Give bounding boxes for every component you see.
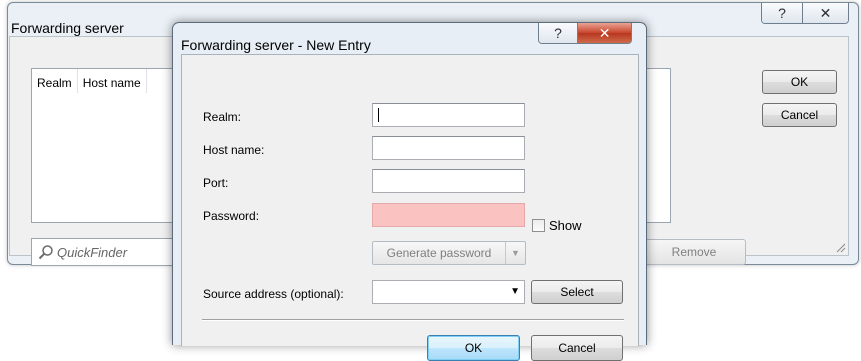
cancel-button[interactable]: Cancel — [762, 103, 837, 127]
cancel-button[interactable]: Cancel — [531, 335, 623, 361]
help-icon: ? — [778, 5, 786, 21]
remove-button-label: Remove — [671, 245, 717, 259]
text-caret — [378, 108, 379, 122]
generate-password-button[interactable]: Generate password ▼ — [372, 241, 526, 265]
host-name-label: Host name: — [203, 143, 265, 157]
new-entry-dialog: Forwarding server - New Entry ? ✕ Realm:… — [172, 22, 647, 361]
close-icon: ✕ — [819, 4, 832, 21]
select-button-label: Select — [560, 285, 594, 299]
show-password-label[interactable]: Show — [549, 218, 582, 233]
source-address-label: Source address (optional): — [203, 287, 344, 301]
realm-input[interactable] — [372, 103, 525, 127]
port-input[interactable] — [372, 169, 525, 193]
show-password-checkbox[interactable] — [532, 219, 545, 232]
quickfinder-placeholder: QuickFinder — [57, 244, 128, 260]
password-label: Password: — [203, 209, 260, 223]
select-button[interactable]: Select — [531, 280, 623, 304]
source-address-dropdown[interactable]: ▼ — [372, 280, 525, 304]
dialog-title: Forwarding server - New Entry — [181, 37, 371, 53]
remove-button[interactable]: Remove — [642, 239, 746, 265]
cancel-button-label: Cancel — [558, 341, 596, 355]
help-button[interactable]: ? — [539, 23, 579, 43]
help-button[interactable]: ? — [762, 3, 804, 23]
port-label: Port: — [203, 176, 229, 190]
chevron-down-icon: ▼ — [510, 286, 520, 297]
help-icon: ? — [554, 25, 562, 41]
search-icon — [38, 245, 53, 260]
ok-button-label: OK — [790, 75, 809, 89]
table-header: Realm Host name — [32, 69, 147, 93]
ok-button-label: OK — [464, 341, 483, 355]
chevron-down-icon[interactable]: ▼ — [505, 242, 525, 264]
host-name-input[interactable] — [372, 136, 525, 160]
ok-button[interactable]: OK — [762, 70, 837, 94]
generate-password-label: Generate password — [386, 246, 492, 260]
column-header-realm[interactable]: Realm — [32, 69, 78, 93]
separator — [202, 319, 624, 321]
dialog-body: Realm: Host name: Port: Password: Show G… — [181, 54, 639, 361]
dialog-title: Forwarding server — [11, 20, 124, 36]
title-bar-buttons: ? ✕ — [538, 23, 632, 44]
column-header-host-name[interactable]: Host name — [78, 69, 147, 93]
realm-label: Realm: — [203, 110, 242, 124]
ok-button[interactable]: OK — [427, 335, 520, 361]
close-button[interactable]: ✕ — [803, 3, 848, 23]
quickfinder-input[interactable]: QuickFinder — [31, 238, 181, 266]
close-button[interactable]: ✕ — [578, 23, 631, 43]
title-bar-buttons: ? ✕ — [761, 3, 849, 24]
password-input[interactable] — [372, 203, 525, 227]
cancel-button-label: Cancel — [780, 108, 819, 122]
resize-grip-icon[interactable] — [834, 241, 846, 253]
close-icon: ✕ — [598, 24, 611, 41]
